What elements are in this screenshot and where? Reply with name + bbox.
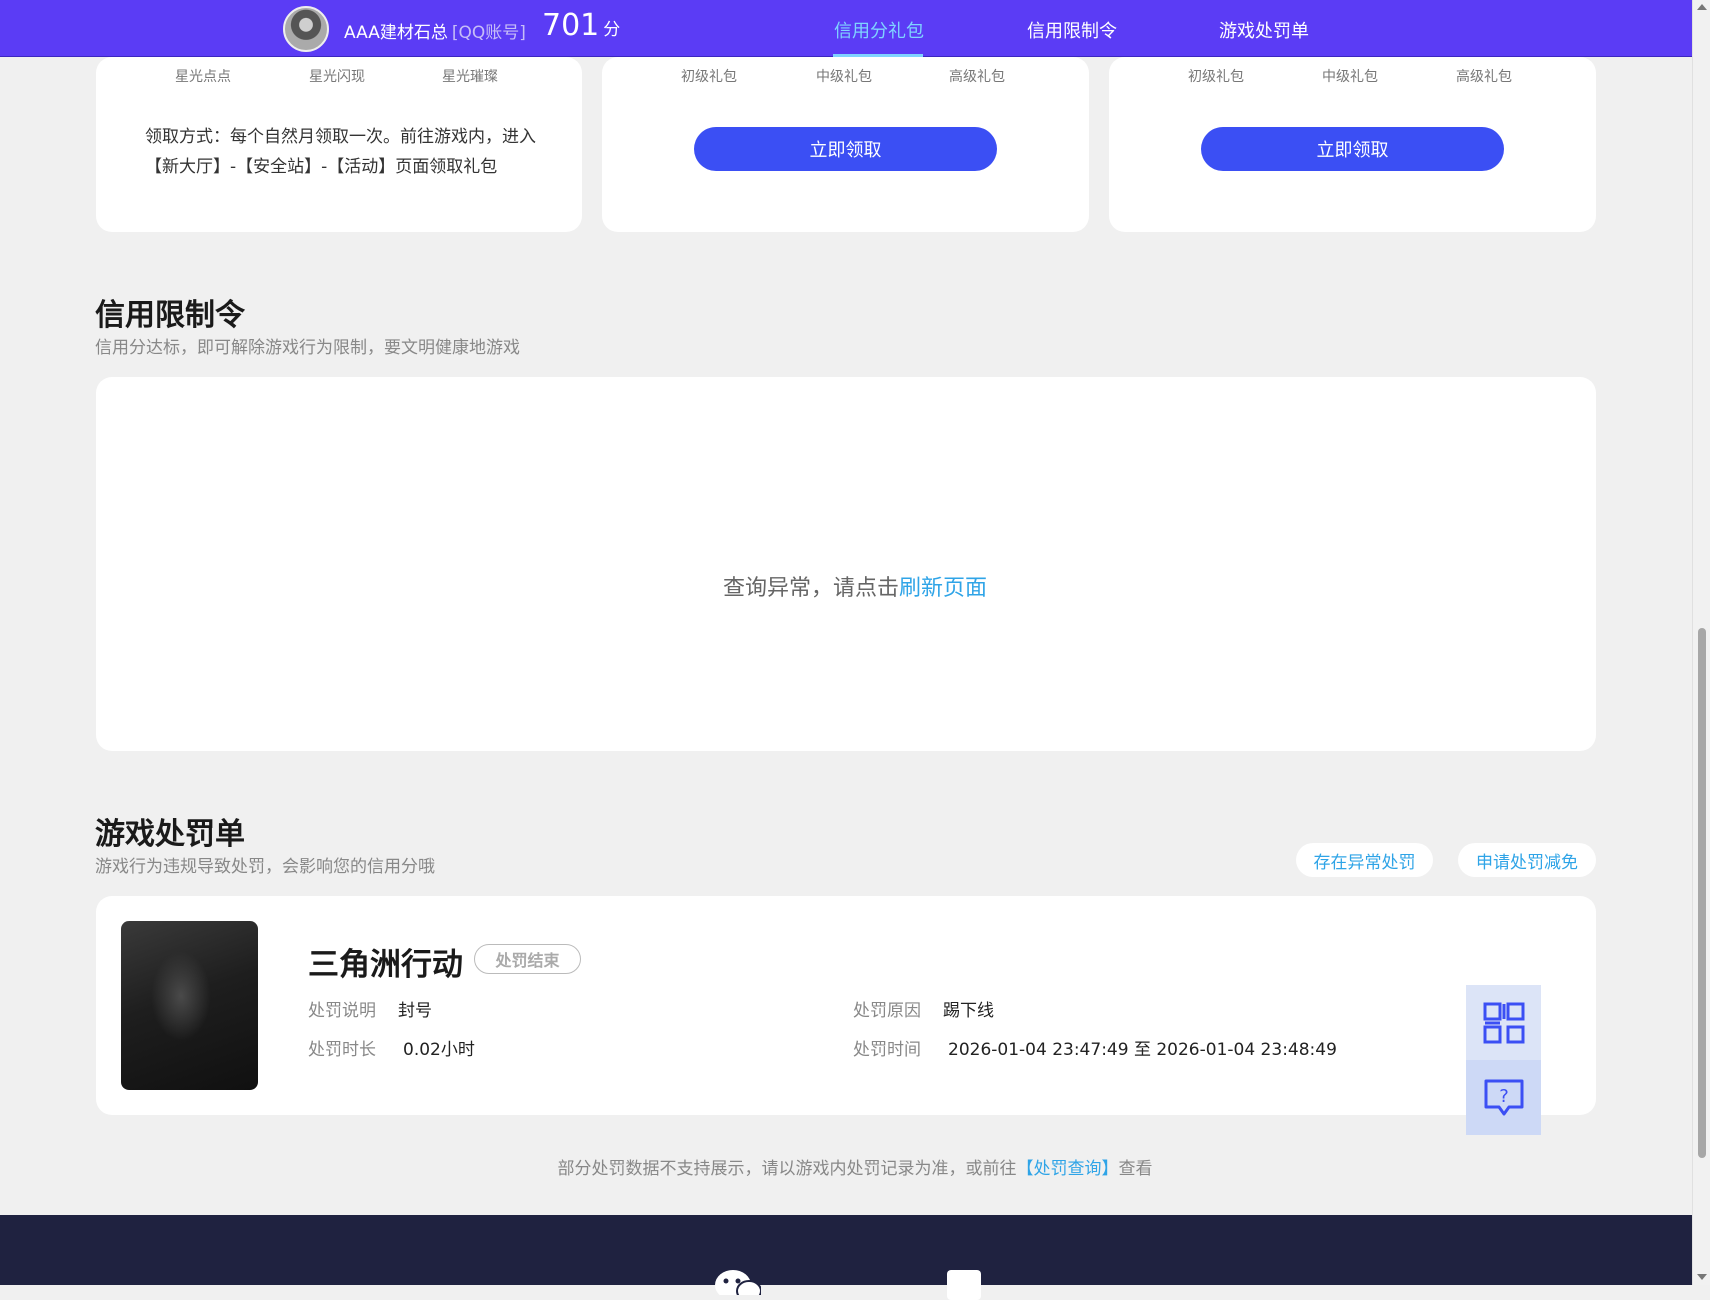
error-text: 查询异常，请点击 <box>722 576 899 601</box>
claim-now-button[interactable]: 立即领取 <box>694 127 997 171</box>
scroll-down-arrow[interactable] <box>1697 1274 1707 1280</box>
punishment-reason-label: 处罚原因 <box>853 1001 921 1021</box>
tab-credit-gift[interactable]: 信用分礼包 <box>834 17 924 43</box>
top-header: AAA建材石总 [QQ账号] 701 分 信用分礼包 信用限制令 游戏处罚单 <box>0 0 1692 57</box>
section-title-punishment: 游戏处罚单 <box>95 817 245 852</box>
punishment-duration-value: 0.02小时 <box>403 1040 475 1060</box>
punishment-duration-label: 处罚时长 <box>308 1040 376 1060</box>
abnormal-punishment-button[interactable]: 存在异常处罚 <box>1296 843 1433 877</box>
credit-score: 701 分 <box>542 8 620 43</box>
query-error-message: 查询异常，请点击刷新页面 <box>0 570 1710 602</box>
footer-note-suffix: 查看 <box>1118 1159 1153 1179</box>
tab-credit-restriction[interactable]: 信用限制令 <box>1027 17 1117 43</box>
apply-reduction-button[interactable]: 申请处罚减免 <box>1458 843 1596 877</box>
account-type: [QQ账号] <box>451 23 526 43</box>
qq-icon[interactable] <box>947 1270 981 1300</box>
punishment-desc-value: 封号 <box>398 1001 432 1021</box>
floating-side-tools: ? <box>1466 985 1541 1135</box>
gift-level-label: 初级礼包 <box>681 69 737 85</box>
gift-level-label: 星光闪现 <box>309 69 365 85</box>
scroll-thumb[interactable] <box>1698 628 1706 1158</box>
gift-level-label: 高级礼包 <box>949 69 1005 85</box>
restriction-card <box>96 377 1596 751</box>
score-unit: 分 <box>603 20 621 40</box>
avatar[interactable] <box>283 6 329 52</box>
claim-method-text: 领取方式：每个自然月领取一次。前往游戏内，进入【新大厅】-【安全站】-【活动】页… <box>145 127 536 177</box>
score-value: 701 <box>542 8 600 43</box>
page-scrollbar[interactable] <box>1692 0 1710 1285</box>
site-footer <box>0 1215 1692 1285</box>
svg-text:?: ? <box>1499 1086 1509 1107</box>
claim-now-button[interactable]: 立即领取 <box>1201 127 1504 171</box>
username: AAA建材石总 <box>344 23 448 43</box>
game-name: 三角洲行动 <box>308 947 463 983</box>
wechat-icon[interactable] <box>713 1265 761 1295</box>
punishment-reason-value: 踢下线 <box>943 1001 994 1021</box>
punishment-desc-label: 处罚说明 <box>308 1001 376 1021</box>
gift-level-label: 星光璀璨 <box>442 69 498 85</box>
gift-level-label: 中级礼包 <box>1322 69 1378 85</box>
game-cover-image <box>121 921 258 1090</box>
punishment-time-label: 处罚时间 <box>853 1040 921 1060</box>
gift-level-label: 中级礼包 <box>816 69 872 85</box>
qrcode-icon[interactable] <box>1466 985 1541 1060</box>
help-chat-icon[interactable]: ? <box>1466 1060 1541 1135</box>
section-title-restriction: 信用限制令 <box>95 298 245 333</box>
punishment-time-value: 2026-01-04 23:47:49 至 2026-01-04 23:48:4… <box>948 1040 1337 1060</box>
user-info: AAA建材石总 [QQ账号] <box>344 18 526 43</box>
punishment-footer-note: 部分处罚数据不支持展示，请以游戏内处罚记录为准，或前往【处罚查询】查看 <box>0 1154 1710 1179</box>
section-subtitle-punishment: 游戏行为违规导致处罚，会影响您的信用分哦 <box>95 857 435 877</box>
gift-level-label: 高级礼包 <box>1456 69 1512 85</box>
gift-level-label: 星光点点 <box>175 69 231 85</box>
punishment-query-link[interactable]: 【处罚查询】 <box>1017 1159 1119 1179</box>
footer-note-text: 部分处罚数据不支持展示，请以游戏内处罚记录为准，或前往 <box>557 1159 1017 1179</box>
scroll-up-arrow[interactable] <box>1697 4 1707 10</box>
section-subtitle-restriction: 信用分达标，即可解除游戏行为限制，要文明健康地游戏 <box>95 338 520 358</box>
tab-game-punishment[interactable]: 游戏处罚单 <box>1219 17 1309 43</box>
status-badge: 处罚结束 <box>474 944 581 974</box>
gift-level-label: 初级礼包 <box>1188 69 1244 85</box>
refresh-page-link[interactable]: 刷新页面 <box>899 576 987 601</box>
